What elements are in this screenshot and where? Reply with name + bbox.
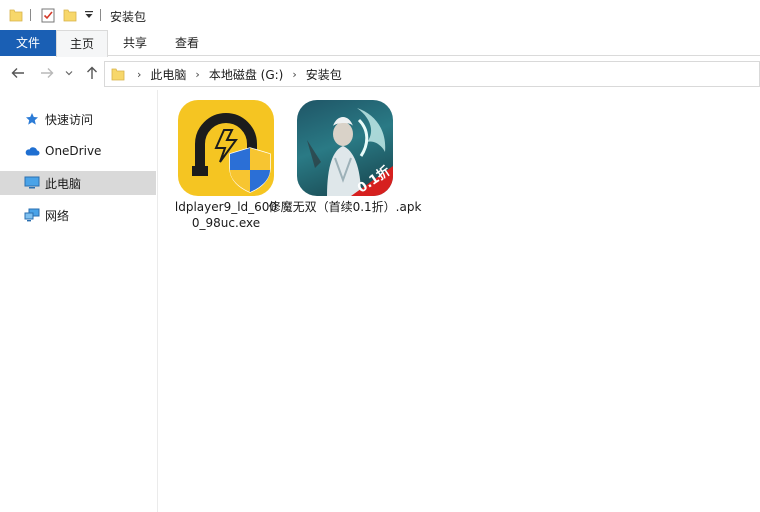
address-bar[interactable]: › 此电脑 › 本地磁盘 (G:) › 安装包 bbox=[104, 61, 760, 87]
properties-icon[interactable] bbox=[41, 7, 55, 23]
breadcrumb-separator: › bbox=[195, 67, 200, 81]
recent-locations-button[interactable] bbox=[63, 64, 75, 82]
tab-view[interactable]: 查看 bbox=[164, 30, 210, 56]
breadcrumb-local-disk[interactable]: 本地磁盘 (G:) bbox=[209, 66, 284, 83]
forward-button[interactable] bbox=[38, 64, 56, 82]
file-item-ldplayer[interactable]: ldplayer9_ld_6000_98uc.exe bbox=[173, 100, 279, 231]
sidebar-item-this-pc[interactable]: 此电脑 bbox=[0, 171, 156, 195]
folder-icon bbox=[111, 68, 125, 81]
sidebar-item-label: 网络 bbox=[45, 208, 70, 223]
window-title: 安装包 bbox=[110, 10, 147, 24]
file-item-game-apk[interactable]: 0.1折 修魔无双（首续0.1折）.apk bbox=[268, 100, 422, 215]
cloud-icon bbox=[24, 143, 40, 159]
star-icon bbox=[24, 111, 40, 127]
sidebar-item-label: OneDrive bbox=[45, 144, 102, 158]
new-folder-icon[interactable] bbox=[63, 7, 77, 23]
game-apk-icon: 0.1折 bbox=[297, 100, 393, 196]
up-button[interactable] bbox=[83, 64, 101, 82]
customize-toolbar-dropdown-icon[interactable] bbox=[85, 11, 93, 19]
computer-icon bbox=[24, 175, 40, 191]
tab-home[interactable]: 主页 bbox=[56, 30, 108, 57]
sidebar-item-label: 快速访问 bbox=[45, 112, 94, 127]
breadcrumb-current-folder[interactable]: 安装包 bbox=[306, 66, 342, 83]
breadcrumb-separator: › bbox=[292, 67, 297, 81]
sidebar-item-network[interactable]: 网络 bbox=[0, 203, 156, 227]
tab-share[interactable]: 共享 bbox=[112, 30, 158, 56]
arrow-left-icon bbox=[11, 68, 24, 78]
ribbon-tabs: 文件 主页 共享 查看 bbox=[0, 30, 760, 57]
toolbar-separator bbox=[30, 9, 31, 21]
navigation-bar: › 此电脑 › 本地磁盘 (G:) › 安装包 bbox=[0, 57, 760, 90]
file-list: ldplayer9_ld_6000_98uc.exe 0.1折 修魔无双（首续0… bbox=[159, 90, 760, 512]
folder-icon[interactable] bbox=[9, 7, 23, 23]
sidebar-item-onedrive[interactable]: OneDrive bbox=[0, 139, 156, 163]
breadcrumb-this-pc[interactable]: 此电脑 bbox=[150, 66, 186, 83]
sidebar-item-label: 此电脑 bbox=[45, 176, 82, 191]
file-name: 修魔无双（首续0.1折）.apk bbox=[268, 200, 422, 214]
chevron-down-icon bbox=[65, 71, 73, 76]
back-button[interactable] bbox=[9, 64, 27, 82]
ldplayer-shield-icon bbox=[178, 100, 274, 196]
network-icon bbox=[24, 207, 40, 223]
tab-file[interactable]: 文件 bbox=[0, 30, 56, 56]
toolbar-separator bbox=[100, 9, 101, 21]
title-bar: 安装包 bbox=[0, 0, 760, 30]
breadcrumb-separator: › bbox=[137, 67, 142, 81]
arrow-right-icon bbox=[41, 68, 54, 78]
arrow-up-icon bbox=[87, 66, 97, 79]
navigation-pane: 快速访问 OneDrive 此电脑 网络 bbox=[0, 90, 158, 512]
sidebar-item-quick-access[interactable]: 快速访问 bbox=[0, 107, 156, 131]
file-name: ldplayer9_ld_6000_98uc.exe bbox=[174, 200, 278, 230]
